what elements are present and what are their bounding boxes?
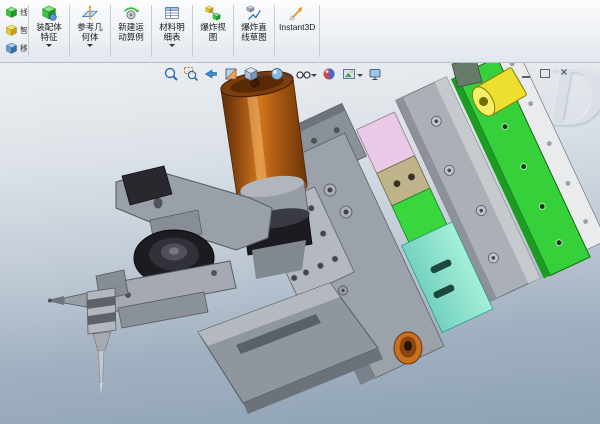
- view-orientation-icon[interactable]: [242, 65, 260, 83]
- toolbar-button-label: 智能扣件: [20, 25, 27, 35]
- toolbar-button-partial[interactable]: 线性零部件阵列: [0, 3, 27, 21]
- copper-bushing[interactable]: [393, 331, 423, 365]
- bill-of-materials-label: 材料明细表: [159, 22, 185, 42]
- restore-button[interactable]: [539, 67, 551, 78]
- toolbar-separator: [69, 5, 70, 57]
- assembly-features-icon: [42, 5, 57, 21]
- toolbar-separator: [233, 5, 234, 57]
- apply-scene-icon[interactable]: [340, 65, 358, 83]
- display-style-group: [268, 65, 292, 83]
- hide-show-items-group: [294, 65, 318, 83]
- edit-appearance-icon[interactable]: [320, 65, 338, 83]
- dropdown-caret-icon[interactable]: [285, 74, 291, 80]
- explode-line-sketch-label: 爆炸直线草图: [241, 22, 267, 42]
- hide-show-items-icon[interactable]: [294, 65, 312, 83]
- toolbar-separator: [319, 5, 321, 57]
- assembly-model[interactable]: [0, 62, 600, 424]
- component-pattern-icon: [5, 6, 18, 18]
- previous-view-icon[interactable]: [202, 65, 220, 83]
- flyout-caret-icon: [87, 44, 93, 50]
- toolbar-separator: [110, 5, 111, 57]
- zoom-to-area-icon[interactable]: [182, 65, 200, 83]
- flyout-caret-icon: [46, 44, 52, 50]
- view-settings-icon[interactable]: [366, 65, 384, 83]
- reference-geometry-button[interactable]: 参考几何体: [71, 0, 109, 62]
- toolbar-separator: [192, 5, 193, 57]
- toolbar-separator: [28, 5, 29, 57]
- minimize-button[interactable]: [520, 67, 532, 78]
- toolbar-clipped-buttons: 线性零部件阵列 智能扣件 移动零部件: [0, 0, 27, 62]
- heads-up-view-toolbar: [162, 65, 384, 83]
- section-view-icon[interactable]: [222, 65, 240, 83]
- apply-scene-group: [340, 65, 364, 83]
- instant3d-icon: [289, 6, 303, 21]
- new-motion-study-label: 新建运动算例: [118, 22, 144, 42]
- assembly-features-button[interactable]: 装配体特征: [30, 0, 68, 62]
- command-manager-toolbar: 线性零部件阵列 智能扣件 移动零部件 装配体特征 参考几何体: [0, 0, 600, 63]
- motion-study-icon: [124, 7, 139, 20]
- explode-line-sketch-button[interactable]: 爆炸直线草图: [235, 0, 273, 62]
- bill-of-materials-button[interactable]: 材料明细表: [153, 0, 191, 62]
- view-orientation-group: [242, 65, 266, 83]
- side-nozzle[interactable]: [63, 292, 88, 308]
- close-button[interactable]: ×: [558, 66, 570, 78]
- document-window-controls: ×: [520, 66, 570, 78]
- toolbar-separator: [151, 5, 152, 57]
- display-style-icon[interactable]: [268, 65, 286, 83]
- toolbar-button-label: 移动零部件: [20, 43, 27, 53]
- instant3d-label: Instant3D: [279, 22, 316, 32]
- toolbar-button-label: 线性零部件阵列: [20, 7, 27, 17]
- exploded-view-label: 爆炸视图: [200, 22, 226, 42]
- toolbar-button-partial[interactable]: 智能扣件: [0, 21, 27, 39]
- solidworks-window: 线性零部件阵列 智能扣件 移动零部件 装配体特征 参考几何体: [0, 0, 600, 424]
- dropdown-caret-icon[interactable]: [259, 74, 265, 80]
- instant3d-button[interactable]: Instant3D: [276, 0, 318, 62]
- graphics-area[interactable]: D ×: [0, 62, 600, 424]
- zoom-to-fit-icon[interactable]: [162, 65, 180, 83]
- explode-line-sketch-icon: [246, 5, 261, 20]
- toolbar-separator: [274, 5, 275, 57]
- flyout-caret-icon: [169, 44, 175, 50]
- bill-of-materials-icon: [165, 7, 179, 19]
- needle-tip[interactable]: [98, 349, 105, 384]
- dropdown-caret-icon[interactable]: [311, 74, 317, 80]
- exploded-view-button[interactable]: 爆炸视图: [194, 0, 232, 62]
- move-component-icon: [5, 42, 18, 54]
- reference-geometry-label: 参考几何体: [77, 22, 103, 42]
- new-motion-study-button[interactable]: 新建运动算例: [112, 0, 150, 62]
- toolbar-button-partial[interactable]: 移动零部件: [0, 39, 27, 57]
- exploded-view-icon: [205, 5, 221, 21]
- reference-geometry-icon: [81, 4, 99, 20]
- smart-fastener-icon: [5, 24, 18, 36]
- probe-pin[interactable]: [48, 269, 129, 395]
- dropdown-caret-icon[interactable]: [357, 74, 363, 80]
- assembly-features-label: 装配体特征: [36, 22, 62, 42]
